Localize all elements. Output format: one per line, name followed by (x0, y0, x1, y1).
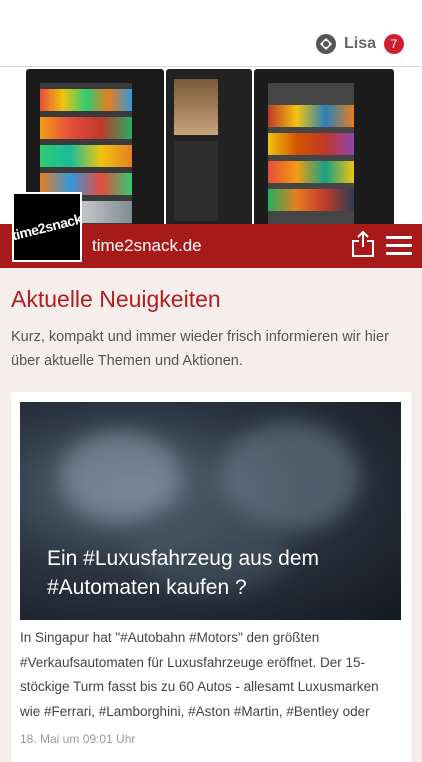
hamburger-menu-icon[interactable] (386, 236, 412, 256)
share-icon[interactable] (350, 230, 376, 258)
vending-machine-snacks (254, 69, 394, 224)
app-logo-icon (315, 34, 336, 54)
notification-badge[interactable]: 7 (384, 34, 404, 54)
news-card[interactable]: Ein #Luxusfahrzeug aus dem #Automaten ka… (11, 392, 411, 762)
site-name[interactable]: time2snack.de (92, 236, 202, 256)
page-title: Aktuelle Neuigkeiten (11, 286, 221, 312)
brand-logo-text: time2snack (10, 210, 84, 244)
user-account[interactable]: Lisa 7 (315, 33, 404, 55)
top-bar: Lisa 7 (0, 0, 422, 67)
news-card-text: In Singapur hat "#Autobahn #Motors" den … (20, 630, 379, 719)
intro-text: Kurz, kompakt und immer wieder frisch in… (11, 329, 389, 369)
user-name: Lisa (343, 35, 376, 52)
news-card-date: 18. Mai um 09:01 Uhr (20, 732, 136, 746)
news-card-title: Ein #Luxusfahrzeug aus dem #Automaten ka… (47, 547, 320, 599)
news-card-image[interactable]: Ein #Luxusfahrzeug aus dem #Automaten ka… (20, 402, 401, 620)
vending-machine-coffee (166, 69, 252, 224)
brand-logo: time2snack (10, 192, 84, 262)
